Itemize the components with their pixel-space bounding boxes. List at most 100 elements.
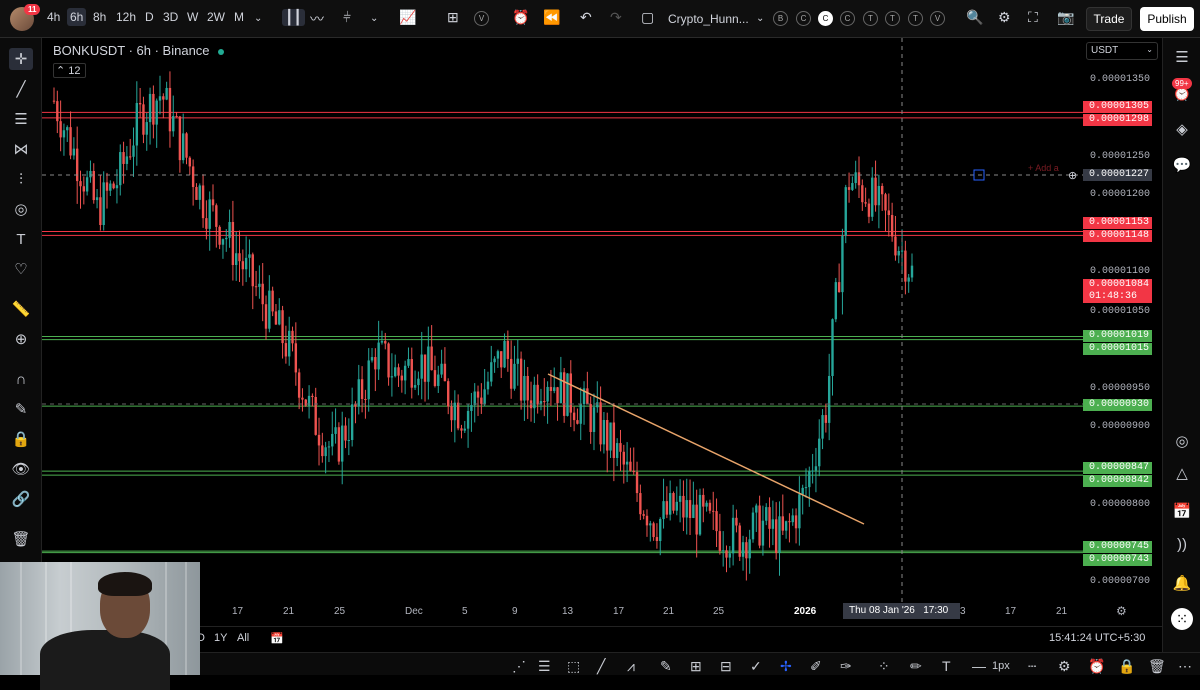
- shortcut-c2[interactable]: C: [818, 11, 833, 26]
- timeframe-8h[interactable]: 8h: [93, 10, 106, 24]
- layout-tool-icon[interactable]: ⁘: [878, 658, 890, 675]
- level-tag[interactable]: 0.00001019: [1083, 330, 1152, 342]
- publish-button[interactable]: Publish: [1140, 7, 1194, 31]
- triangle-icon[interactable]: △: [1171, 462, 1193, 484]
- add-alert-plus-icon[interactable]: ⊕: [1068, 169, 1077, 182]
- dash-style-icon[interactable]: ┄: [1028, 658, 1036, 675]
- brush-tool-icon[interactable]: ✐: [810, 658, 822, 675]
- path-icon[interactable]: ⩘: [627, 658, 635, 675]
- grid-tool-icon[interactable]: ⊞: [690, 658, 702, 675]
- cross-tool-icon[interactable]: ✢: [780, 658, 792, 675]
- shortcut-c3[interactable]: C: [840, 11, 855, 26]
- pattern-icon[interactable]: ⋈: [9, 138, 33, 160]
- brush-icon[interactable]: ◎: [9, 198, 33, 220]
- fullscreen-icon[interactable]: ⛶: [1028, 9, 1038, 26]
- timeframe-6h[interactable]: 6h: [67, 8, 87, 26]
- lock-icon[interactable]: 🔒: [9, 428, 33, 450]
- level-tag[interactable]: 0.00000842: [1083, 475, 1152, 487]
- price-chart[interactable]: + Add a: [42, 38, 1083, 602]
- text-tool-icon[interactable]: T: [942, 658, 951, 674]
- ruler-icon[interactable]: 📏: [9, 298, 33, 320]
- timeframe-w[interactable]: W: [187, 10, 198, 24]
- more-icon[interactable]: ⋯: [1178, 658, 1192, 675]
- level-tag[interactable]: 0.00000847: [1083, 462, 1152, 474]
- range-1y[interactable]: 1Y: [214, 632, 227, 644]
- chevron-down-icon[interactable]: ⌄: [756, 13, 764, 24]
- shortcut-b[interactable]: B: [773, 11, 788, 26]
- hline-icon[interactable]: ☰: [538, 658, 551, 675]
- clock[interactable]: 15:41:24 UTC+5:30: [1049, 632, 1145, 644]
- alert-clock-icon[interactable]: ⏰: [512, 9, 529, 26]
- watchlist-icon[interactable]: ☰: [1171, 46, 1193, 68]
- timeframe-d[interactable]: D: [145, 10, 154, 24]
- timeframe-m[interactable]: M: [234, 10, 244, 24]
- symbol-legend[interactable]: BONKUSDT · 6h · Binance: [53, 43, 224, 58]
- pen-icon[interactable]: ✎: [660, 658, 672, 675]
- line-weight-label[interactable]: 1px: [992, 660, 1010, 672]
- undo-icon[interactable]: ↶: [580, 9, 592, 26]
- currency-select[interactable]: USDT ⌄: [1086, 42, 1158, 60]
- level-tag[interactable]: 0.00001153: [1083, 217, 1152, 229]
- redo-icon[interactable]: ↷: [610, 9, 622, 26]
- level-tag[interactable]: 0.00000745: [1083, 541, 1152, 553]
- level-tag[interactable]: 0.00001015: [1083, 343, 1152, 355]
- layers-icon[interactable]: ◈: [1171, 118, 1193, 140]
- crosshair-icon[interactable]: ✛: [9, 48, 33, 70]
- pencil-icon[interactable]: ✏: [910, 658, 922, 675]
- target-icon[interactable]: ◎: [1171, 430, 1193, 452]
- forecast-icon[interactable]: ⫶: [9, 168, 33, 190]
- layout-square-icon[interactable]: ▢: [641, 9, 654, 26]
- link-icon[interactable]: 🔗: [9, 488, 33, 510]
- zoom-in-icon[interactable]: ⊕: [9, 328, 33, 350]
- magnifier-icon[interactable]: 🔍: [966, 9, 983, 26]
- chevron-down-icon[interactable]: ⌄: [254, 13, 262, 24]
- settings-icon[interactable]: ⚙: [998, 9, 1011, 26]
- shortcut-t1[interactable]: T: [863, 11, 878, 26]
- marker-icon[interactable]: ✑: [840, 658, 852, 675]
- settings-tool-icon[interactable]: ⚙: [1058, 658, 1071, 675]
- candles-icon[interactable]: ┃┃: [282, 9, 305, 26]
- trendline-icon[interactable]: ╱: [9, 78, 33, 100]
- check-tool-icon[interactable]: ✓: [750, 658, 762, 675]
- axis-settings-icon[interactable]: ⚙: [1116, 604, 1127, 618]
- bell-icon[interactable]: 🔔: [1171, 572, 1193, 594]
- add-alert-text[interactable]: + Add a: [1028, 163, 1059, 173]
- dots-icon[interactable]: ⋰: [512, 658, 526, 675]
- table-tool-icon[interactable]: ⊟: [720, 658, 732, 675]
- magnet-icon[interactable]: ∩: [9, 368, 33, 390]
- bar-chart-icon[interactable]: ⫩: [343, 9, 351, 26]
- eye-icon[interactable]: 👁: [9, 458, 33, 480]
- level-tag[interactable]: 0.00000930: [1083, 399, 1152, 411]
- chevron-down-icon[interactable]: ⌄: [370, 13, 378, 24]
- layout-name[interactable]: Crypto_Hunn...: [668, 12, 749, 26]
- level-tag[interactable]: 0.00001148: [1083, 230, 1152, 242]
- timeframe-3d[interactable]: 3D: [163, 10, 178, 24]
- calendar-icon[interactable]: 📅: [1171, 500, 1193, 522]
- indicator-count[interactable]: ⌃ 12: [53, 63, 86, 78]
- timeframe-2w[interactable]: 2W: [207, 10, 225, 24]
- timeframe-12h[interactable]: 12h: [116, 10, 136, 24]
- rect-icon[interactable]: ⬚: [567, 658, 580, 675]
- interval-badge[interactable]: V: [474, 11, 489, 26]
- level-tag[interactable]: 0.00001305: [1083, 101, 1152, 113]
- apps-grid-icon[interactable]: ⁙: [1171, 608, 1193, 630]
- level-tag[interactable]: 0.00001298: [1083, 114, 1152, 126]
- shortcut-v[interactable]: V: [930, 11, 945, 26]
- line-weight-icon[interactable]: —: [972, 658, 986, 674]
- heart-icon[interactable]: ♡: [9, 258, 33, 280]
- trash-icon[interactable]: 🗑: [9, 528, 33, 550]
- trade-button[interactable]: Trade: [1086, 7, 1132, 31]
- lock-tool-icon[interactable]: 🔒: [1118, 658, 1135, 675]
- alarm-tool-icon[interactable]: ⏰: [1088, 658, 1105, 675]
- range-all[interactable]: All: [237, 632, 249, 644]
- level-tag[interactable]: 0.00000743: [1083, 554, 1152, 566]
- trendline[interactable]: [547, 373, 865, 525]
- shortcut-t2[interactable]: T: [885, 11, 900, 26]
- camera-icon[interactable]: 📷: [1057, 9, 1074, 26]
- indicators-icon[interactable]: 📈: [399, 9, 416, 26]
- fib-icon[interactable]: ☰: [9, 108, 33, 130]
- line-tool-icon[interactable]: ╱: [597, 658, 605, 675]
- timeframe-4h[interactable]: 4h: [47, 10, 60, 24]
- shortcut-t3[interactable]: T: [908, 11, 923, 26]
- chat-icon[interactable]: 💬: [1171, 154, 1193, 176]
